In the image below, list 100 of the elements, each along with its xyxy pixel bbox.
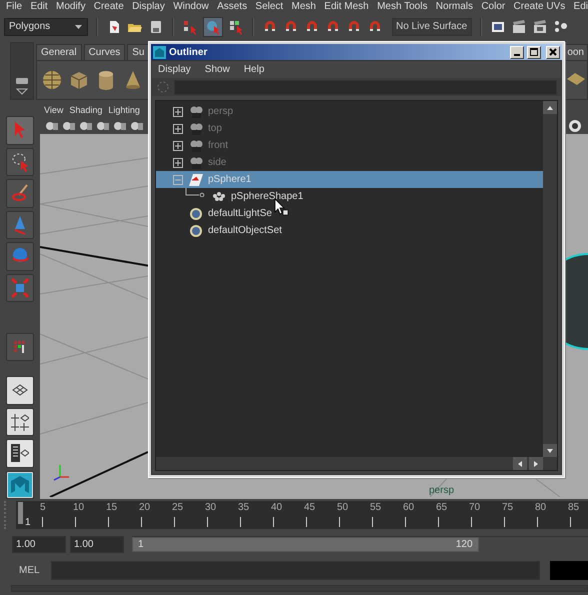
- window-title: Outliner: [169, 46, 208, 58]
- menu-item[interactable]: Color: [481, 0, 506, 13]
- menu-item[interactable]: Modify: [56, 0, 86, 13]
- component-select-icon[interactable]: [228, 18, 244, 34]
- menu-item[interactable]: Select: [255, 0, 284, 13]
- transform-icon: [189, 172, 203, 186]
- brush-icon: [11, 183, 29, 204]
- cube-icon[interactable]: [68, 69, 90, 91]
- select-tool-button[interactable]: [6, 116, 34, 145]
- single-view-button[interactable]: [6, 376, 34, 405]
- menu-item[interactable]: Display: [132, 0, 165, 13]
- shelf-menu-icon[interactable]: [15, 77, 29, 85]
- move-tool-button[interactable]: [6, 210, 34, 240]
- caret-icon[interactable]: [16, 88, 28, 96]
- expand-icon[interactable]: [173, 124, 183, 134]
- language-label[interactable]: MEL: [19, 564, 41, 576]
- panel-menu-item[interactable]: View: [44, 104, 64, 114]
- minimize-button[interactable]: [510, 46, 524, 58]
- playback-start-field[interactable]: 1.00: [70, 536, 124, 552]
- menu-item[interactable]: File: [6, 0, 22, 13]
- menu-item[interactable]: Display: [158, 64, 191, 75]
- set-icon: [189, 206, 203, 220]
- horizontal-scrollbar[interactable]: [156, 457, 543, 470]
- clapperboard-icon[interactable]: [532, 18, 548, 34]
- render-dots-icon[interactable]: [553, 18, 569, 34]
- filter-field[interactable]: [174, 80, 557, 94]
- outliner-item[interactable]: defaultObjectSet: [156, 222, 543, 239]
- mesh-icon: [212, 190, 226, 204]
- lasso-tool-button[interactable]: [6, 148, 34, 176]
- expand-icon[interactable]: [173, 106, 183, 116]
- maximize-icon: [530, 48, 538, 56]
- expand-icon[interactable]: [173, 140, 183, 150]
- last-tool-button[interactable]: [6, 332, 34, 362]
- frame-tick-label: 75: [502, 502, 514, 513]
- menu-item[interactable]: Edi: [574, 0, 588, 13]
- sphere-icon[interactable]: [41, 69, 63, 91]
- menu-item[interactable]: Normals: [436, 0, 474, 13]
- four-panes-icon: [11, 412, 29, 431]
- menu-item[interactable]: Help: [244, 64, 264, 75]
- expand-icon[interactable]: [173, 158, 183, 168]
- menu-item[interactable]: Edit: [30, 0, 48, 13]
- menu-item[interactable]: Edit Mesh: [324, 0, 369, 13]
- logo-icon: [8, 472, 32, 497]
- shelf-tab[interactable]: Su: [127, 44, 150, 60]
- panel-menu-item[interactable]: Shading: [69, 104, 102, 114]
- frame-tick-label: 85: [568, 502, 580, 513]
- right-arrow-icon: [532, 460, 540, 468]
- menu-item[interactable]: Create UVs: [514, 0, 566, 13]
- menu-item[interactable]: Mesh: [292, 0, 316, 13]
- frame-tick-label: 80: [535, 502, 546, 513]
- shelf-tab[interactable]: General: [36, 44, 82, 60]
- vertical-scrollbar[interactable]: [543, 101, 557, 470]
- up-arrow-icon: [546, 104, 554, 112]
- frame-tick-label: 50: [337, 502, 348, 513]
- aperture-icon[interactable]: [568, 118, 582, 132]
- left-arrow-icon: [516, 460, 524, 468]
- menu-item[interactable]: Create: [94, 0, 124, 13]
- command-field[interactable]: [51, 560, 540, 580]
- maximize-button[interactable]: [527, 46, 541, 58]
- range-slider[interactable]: 1 120: [132, 537, 479, 552]
- outliner-view-button[interactable]: [6, 439, 34, 468]
- four-view-button[interactable]: [6, 408, 34, 436]
- shelf-tab[interactable]: Curves: [84, 44, 126, 60]
- hierarchy-select-icon[interactable]: [182, 18, 198, 34]
- window-icon: [153, 46, 166, 58]
- menu-item[interactable]: Mesh Tools: [377, 0, 428, 13]
- close-icon: [549, 48, 557, 56]
- save-icon[interactable]: [148, 18, 164, 34]
- menu-item[interactable]: Show: [204, 64, 230, 75]
- rotate-tool-button[interactable]: [6, 242, 34, 271]
- frame-tick-label: 30: [205, 502, 216, 513]
- close-button[interactable]: [546, 46, 560, 58]
- frame-tick-label: 45: [304, 502, 316, 513]
- maya-logo-button[interactable]: [6, 470, 34, 500]
- cube-icon: [11, 278, 29, 298]
- frame-tick-label: 15: [106, 502, 118, 513]
- mode-dropdown[interactable]: Polygons: [4, 18, 88, 36]
- frame-tick-label: 60: [403, 502, 414, 513]
- menu-item[interactable]: Assets: [217, 0, 248, 13]
- outliner-item[interactable]: pSphereShape1: [156, 188, 543, 205]
- lasso-icon: [11, 152, 29, 172]
- paint-tool-button[interactable]: [6, 179, 34, 208]
- down-arrow-icon: [546, 446, 554, 454]
- start-time-field[interactable]: 1.00: [12, 536, 66, 552]
- frame-tick-label: 55: [370, 502, 382, 513]
- panel-menu-item[interactable]: Lighting: [108, 104, 140, 114]
- outliner-item[interactable]: defaultLightSe: [156, 205, 543, 222]
- current-frame-marker[interactable]: [18, 502, 23, 524]
- camera-label: persp: [429, 485, 454, 496]
- tree-line: [185, 188, 207, 197]
- frame-tick-label: 70: [469, 502, 480, 513]
- live-surface-field: No Live Surface: [392, 18, 472, 36]
- menu-item[interactable]: Window: [173, 0, 209, 13]
- frame-tick-label: 35: [238, 502, 250, 513]
- frame-tick-label: 25: [172, 502, 184, 513]
- scale-tool-button[interactable]: [6, 274, 34, 302]
- set-icon: [189, 224, 203, 238]
- current-frame-label: 1: [25, 517, 31, 528]
- clapperboard-icon[interactable]: [511, 18, 527, 34]
- axis-icon: [52, 463, 70, 481]
